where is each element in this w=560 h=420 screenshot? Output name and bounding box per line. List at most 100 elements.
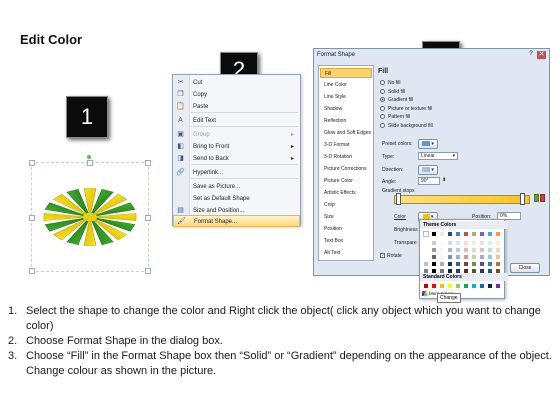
category-item[interactable]: Fill: [320, 68, 372, 78]
fill-option-radio[interactable]: Picture or texture fill: [380, 106, 432, 112]
color-swatch[interactable]: [447, 261, 453, 267]
color-swatch[interactable]: [479, 247, 485, 253]
color-swatch[interactable]: [471, 283, 477, 289]
color-swatch[interactable]: [479, 231, 485, 237]
selection-handle[interactable]: [29, 268, 35, 274]
color-swatch[interactable]: [487, 231, 493, 237]
category-item[interactable]: Line Style: [320, 92, 372, 102]
color-swatch[interactable]: [463, 254, 469, 260]
color-swatch[interactable]: [479, 240, 485, 246]
close-button[interactable]: Close: [510, 263, 540, 273]
color-swatch[interactable]: [447, 240, 453, 246]
color-swatch[interactable]: [447, 283, 453, 289]
selection-handle[interactable]: [29, 160, 35, 166]
color-swatch[interactable]: [455, 261, 461, 267]
context-menu-item[interactable]: Set as Default Shape: [173, 193, 300, 205]
gradient-stop-handle[interactable]: [396, 193, 401, 205]
category-item[interactable]: Line Color: [320, 80, 372, 90]
color-swatch[interactable]: [431, 231, 437, 237]
context-menu-item[interactable]: Save as Picture...: [173, 181, 300, 193]
color-swatch[interactable]: [479, 254, 485, 260]
rotation-handle[interactable]: [87, 155, 91, 159]
color-swatch[interactable]: [439, 231, 445, 237]
fill-option-radio[interactable]: Pattern fill: [380, 114, 410, 120]
color-swatch[interactable]: [487, 283, 493, 289]
color-swatch[interactable]: [487, 240, 493, 246]
color-swatch[interactable]: [463, 261, 469, 267]
context-menu-item[interactable]: ✂ Cut: [173, 77, 300, 89]
color-swatch[interactable]: [495, 254, 501, 260]
color-swatch[interactable]: [487, 247, 493, 253]
color-swatch[interactable]: [495, 247, 501, 253]
color-swatch[interactable]: [431, 247, 437, 253]
color-swatch[interactable]: [471, 254, 477, 260]
color-swatch[interactable]: [455, 254, 461, 260]
color-swatch[interactable]: [431, 240, 437, 246]
category-item[interactable]: Text Box: [320, 236, 372, 246]
color-swatch[interactable]: [479, 261, 485, 267]
category-item[interactable]: Reflection: [320, 116, 372, 126]
color-swatch[interactable]: [423, 231, 429, 237]
color-swatch[interactable]: [447, 254, 453, 260]
angle-input[interactable]: 90°: [418, 177, 440, 185]
fill-option-radio[interactable]: Solid fill: [380, 89, 405, 95]
selection-handle[interactable]: [87, 160, 93, 166]
color-swatch[interactable]: [423, 261, 429, 267]
color-swatch[interactable]: [495, 261, 501, 267]
color-swatch[interactable]: [431, 283, 437, 289]
color-swatch[interactable]: [495, 231, 501, 237]
category-item[interactable]: Artistic Effects: [320, 188, 372, 198]
color-swatch[interactable]: [471, 261, 477, 267]
color-swatch[interactable]: [495, 283, 501, 289]
color-swatch[interactable]: [471, 247, 477, 253]
color-swatch[interactable]: [487, 261, 493, 267]
context-menu-item[interactable]: 🖌 Format Shape...: [173, 215, 300, 227]
gradient-stop-handle[interactable]: [520, 193, 525, 205]
shape-selection-frame[interactable]: [29, 155, 151, 274]
color-swatch[interactable]: [439, 283, 445, 289]
color-swatch[interactable]: [455, 240, 461, 246]
color-swatch[interactable]: [487, 254, 493, 260]
category-item[interactable]: Picture Corrections: [320, 164, 372, 174]
category-item[interactable]: Shadow: [320, 104, 372, 114]
selection-handle[interactable]: [145, 268, 151, 274]
selection-handle[interactable]: [29, 215, 35, 221]
starburst-shape[interactable]: [32, 163, 148, 271]
category-item[interactable]: Alt Text: [320, 248, 372, 258]
category-item[interactable]: Picture Color: [320, 176, 372, 186]
color-swatch[interactable]: [447, 247, 453, 253]
color-swatch[interactable]: [423, 254, 429, 260]
remove-stop-icon[interactable]: [540, 194, 545, 202]
color-swatch[interactable]: [471, 240, 477, 246]
color-swatch[interactable]: [455, 247, 461, 253]
help-button[interactable]: ?: [527, 51, 535, 59]
category-item[interactable]: 3-D Format: [320, 140, 372, 150]
color-swatch[interactable]: [439, 254, 445, 260]
selection-handle[interactable]: [145, 215, 151, 221]
context-menu-item[interactable]: ◧ Bring to Front ▸: [173, 141, 300, 153]
close-icon[interactable]: ✕: [537, 51, 546, 59]
color-swatch[interactable]: [439, 247, 445, 253]
color-swatch[interactable]: [471, 231, 477, 237]
gradient-bar[interactable]: [394, 195, 530, 204]
color-swatch[interactable]: [423, 240, 429, 246]
fill-option-radio[interactable]: No fill: [380, 80, 401, 86]
color-swatch[interactable]: [439, 240, 445, 246]
rotate-checkbox-label[interactable]: ✓ Rotate: [380, 253, 402, 259]
color-swatch[interactable]: [455, 283, 461, 289]
context-menu-item[interactable]: ▣ Group ▸: [173, 129, 300, 141]
category-item[interactable]: Crop: [320, 200, 372, 210]
color-swatch[interactable]: [447, 231, 453, 237]
add-stop-icon[interactable]: [534, 194, 539, 202]
color-swatch[interactable]: [439, 261, 445, 267]
selection-handle[interactable]: [145, 160, 151, 166]
fill-option-radio[interactable]: Gradient fill: [380, 97, 413, 103]
color-swatch[interactable]: [423, 247, 429, 253]
preset-colors-dropdown[interactable]: ▾: [418, 139, 438, 149]
color-swatch[interactable]: [463, 231, 469, 237]
color-swatch[interactable]: [463, 283, 469, 289]
angle-spinner[interactable]: ⬍: [442, 177, 446, 183]
color-swatch[interactable]: [463, 247, 469, 253]
fill-option-radio[interactable]: Slide background fill: [380, 123, 433, 129]
category-item[interactable]: Glow and Soft Edges: [320, 128, 372, 138]
